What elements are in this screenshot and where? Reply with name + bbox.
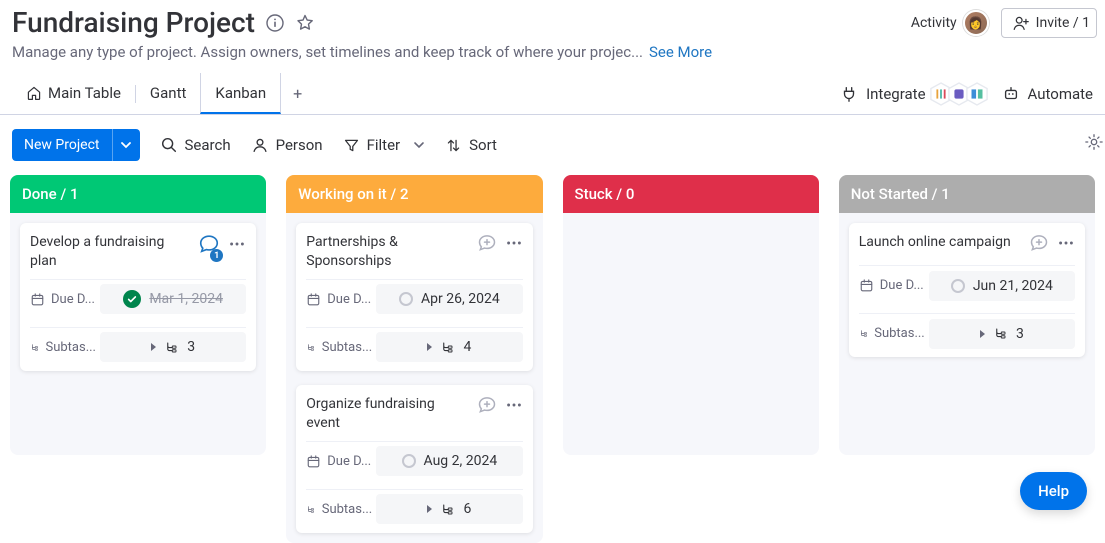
due-date-label: Due D... [859, 278, 929, 293]
card-title[interactable]: Develop a fundraising plan [30, 233, 192, 271]
star-icon[interactable] [295, 13, 315, 33]
plug-icon [840, 85, 858, 103]
due-date-value[interactable]: Mar 1, 2024 [100, 284, 246, 314]
new-project-button-group: New Project [12, 129, 140, 161]
invite-icon [1012, 14, 1030, 32]
chat-icon[interactable]: 1 [198, 233, 220, 259]
card-title[interactable]: Partnerships & Sponsorships [306, 233, 470, 271]
avatar[interactable]: 👩 [963, 10, 989, 36]
card-title[interactable]: Organize fundraising event [306, 395, 470, 433]
settings-icon[interactable] [1085, 133, 1103, 155]
kanban-column: Done / 1 Develop a fundraising plan1 Due D… [10, 175, 266, 455]
done-check-icon [123, 290, 141, 308]
filter-button[interactable]: Filter [343, 136, 426, 154]
search-button[interactable]: Search [160, 136, 231, 154]
page-title: Fundraising Project [12, 6, 255, 39]
subtasks-label: Subtas... [859, 326, 929, 341]
integration-icons [934, 82, 988, 106]
subtasks-label: Subtas... [306, 502, 376, 517]
sort-button[interactable]: Sort [445, 136, 497, 154]
card-menu-icon[interactable] [1057, 234, 1075, 256]
kanban-card[interactable]: Organize fundraising event Due D...Aug 2,… [296, 385, 532, 533]
invite-label: Invite / 1 [1036, 15, 1090, 31]
expand-icon [427, 505, 432, 513]
card-title[interactable]: Launch online campaign [859, 233, 1023, 252]
column-body[interactable]: Partnerships & SponsorshipsDue D...Apr 2… [286, 213, 542, 543]
add-chat-icon[interactable] [477, 233, 497, 257]
tab-main-table[interactable]: Main Table [12, 73, 135, 114]
chevron-down-icon [413, 139, 425, 151]
page-subtitle: Manage any type of project. Assign owner… [12, 43, 643, 61]
subtasks-value[interactable]: 6 [376, 494, 522, 524]
person-icon [251, 136, 269, 154]
card-menu-icon[interactable] [505, 234, 523, 256]
due-date-value[interactable]: Apr 26, 2024 [376, 284, 522, 314]
column-header[interactable]: Not Started / 1 [839, 175, 1095, 213]
due-date-label: Due D... [306, 454, 376, 469]
add-tab-button[interactable]: + [281, 84, 314, 103]
status-circle-icon [399, 292, 413, 306]
status-circle-icon [951, 279, 965, 293]
column-body[interactable] [563, 213, 819, 253]
new-project-dropdown[interactable] [112, 129, 140, 161]
column-body[interactable]: Develop a fundraising plan1 Due D...Mar 1… [10, 213, 266, 381]
column-header[interactable]: Done / 1 [10, 175, 266, 213]
robot-icon [1002, 85, 1020, 103]
see-more-link[interactable]: See More [649, 43, 712, 61]
subtasks-value[interactable]: 3 [100, 332, 246, 362]
subtasks-value[interactable]: 3 [929, 319, 1075, 349]
column-body[interactable]: Launch online campaign Due D...Jun 21, 20… [839, 213, 1095, 367]
add-chat-icon[interactable] [1029, 233, 1049, 257]
due-date-value[interactable]: Aug 2, 2024 [376, 446, 522, 476]
column-header[interactable]: Working on it / 2 [286, 175, 542, 213]
subtasks-label: Subtas... [306, 340, 376, 355]
search-icon [160, 136, 178, 154]
due-date-value[interactable]: Jun 21, 2024 [929, 271, 1075, 301]
info-icon[interactable] [265, 13, 285, 33]
due-date-label: Due D... [30, 292, 100, 307]
expand-icon [980, 330, 985, 338]
kanban-column: Working on it / 2 Partnerships & Sponsors… [286, 175, 542, 543]
automate-button[interactable]: Automate [1002, 85, 1093, 103]
invite-button[interactable]: Invite / 1 [1001, 8, 1097, 38]
home-icon [26, 85, 42, 101]
status-circle-icon [402, 454, 416, 468]
kanban-card[interactable]: Partnerships & Sponsorships Due D...Apr 2… [296, 223, 532, 371]
help-button[interactable]: Help [1020, 472, 1087, 510]
kanban-card[interactable]: Develop a fundraising plan1 Due D...Mar 1… [20, 223, 256, 371]
add-chat-icon[interactable] [477, 395, 497, 419]
filter-icon [343, 137, 360, 154]
sort-icon [445, 137, 462, 154]
person-filter-button[interactable]: Person [251, 136, 323, 154]
subtasks-label: Subtas... [30, 340, 100, 355]
activity-button[interactable]: Activity 👩 [911, 10, 989, 36]
card-menu-icon[interactable] [505, 396, 523, 418]
kanban-column: Not Started / 1 Launch online campaign Due… [839, 175, 1095, 455]
chevron-down-icon [120, 139, 132, 151]
expand-icon [427, 343, 432, 351]
column-header[interactable]: Stuck / 0 [563, 175, 819, 213]
tab-kanban[interactable]: Kanban [200, 73, 281, 114]
new-project-button[interactable]: New Project [12, 129, 112, 161]
due-date-label: Due D... [306, 292, 376, 307]
tab-gantt[interactable]: Gantt [136, 73, 200, 114]
card-menu-icon[interactable] [228, 235, 246, 257]
activity-label: Activity [911, 15, 957, 31]
expand-icon [151, 343, 156, 351]
kanban-column: Stuck / 0 [563, 175, 819, 455]
integrate-button[interactable]: Integrate [840, 82, 987, 106]
kanban-card[interactable]: Launch online campaign Due D...Jun 21, 20… [849, 223, 1085, 357]
subtasks-value[interactable]: 4 [376, 332, 522, 362]
